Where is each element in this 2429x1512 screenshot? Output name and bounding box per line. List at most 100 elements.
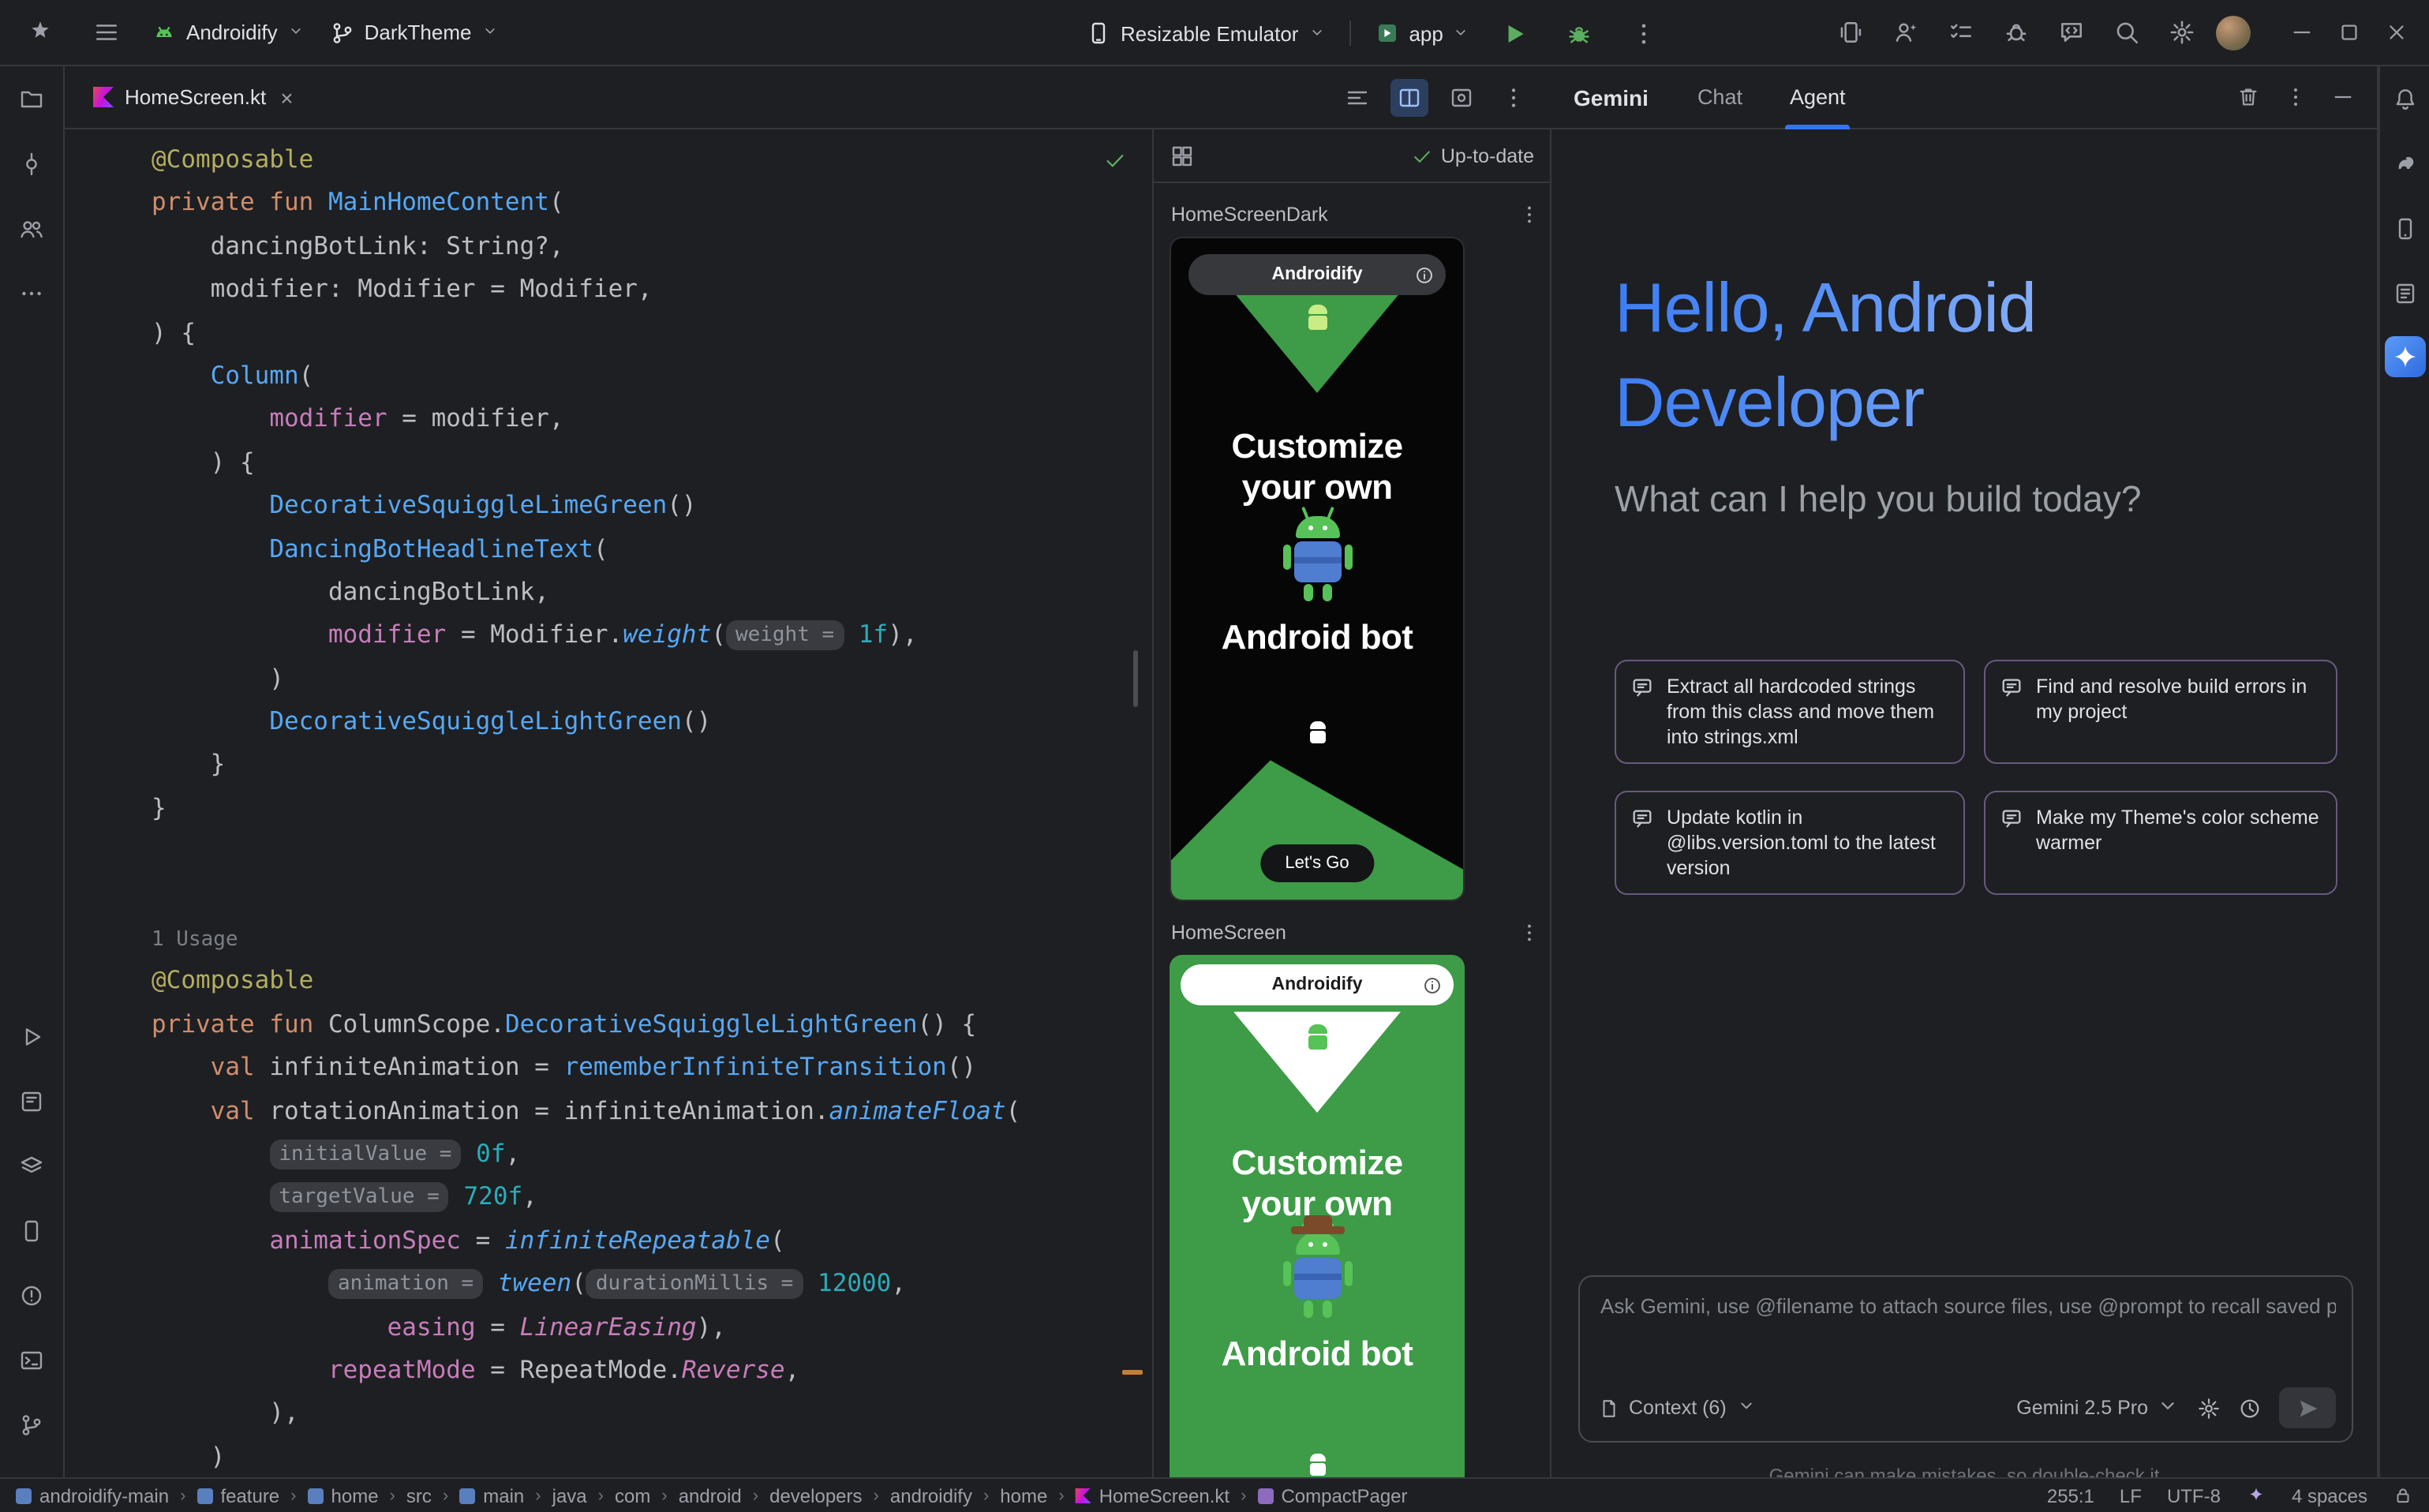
editor-scrollbar[interactable]: [1133, 650, 1138, 707]
caret-position[interactable]: 255:1: [2047, 1484, 2094, 1506]
breadcrumb-item[interactable]: home: [308, 1484, 379, 1506]
assistant-icon[interactable]: [2382, 271, 2427, 316]
code-chat-icon[interactable]: [2050, 12, 2091, 53]
preview-scroll-area[interactable]: HomeScreenDark Androidify Customize your…: [1154, 183, 1550, 1477]
emulator-icon: [1086, 21, 1111, 46]
gear-icon[interactable]: [2161, 12, 2202, 53]
breadcrumb-label: feature: [220, 1484, 279, 1506]
breadcrumb-item[interactable]: feature: [196, 1484, 279, 1506]
terminal-icon[interactable]: [9, 1338, 54, 1383]
tab-agent[interactable]: Agent: [1785, 65, 1851, 129]
suggestion-card[interactable]: Make my Theme's color scheme warmer: [1984, 791, 2337, 895]
breadcrumb-item[interactable]: java: [552, 1484, 587, 1506]
device-stream-icon[interactable]: [1829, 12, 1870, 53]
ai-spark-icon[interactable]: [2246, 1485, 2266, 1506]
ai-bug-icon[interactable]: [1995, 12, 2036, 53]
design-view-icon[interactable]: [1443, 78, 1480, 116]
problems-icon[interactable]: [9, 1274, 54, 1318]
suggestion-grid: Extract all hardcoded strings from this …: [1615, 660, 2341, 895]
tab-homescreen-kt[interactable]: HomeScreen.kt ×: [90, 65, 306, 129]
users-icon[interactable]: [9, 207, 54, 251]
gemini-input[interactable]: Ask Gemini, use @filename to attach sour…: [1578, 1275, 2353, 1443]
gemini-star-icon[interactable]: [2384, 336, 2425, 377]
preview-gallery-icon[interactable]: [1170, 143, 1195, 168]
checklist-icon[interactable]: [1940, 12, 1981, 53]
editor-warning-stripe[interactable]: [1122, 1370, 1143, 1375]
code-line: DecorativeSquiggleLimeGreen(): [152, 485, 1124, 528]
more-vert-icon[interactable]: [1518, 204, 1540, 226]
breadcrumb-item[interactable]: HomeScreen.kt: [1076, 1484, 1229, 1506]
context-chip[interactable]: Context (6): [1599, 1395, 1757, 1420]
preview-app-title: Androidify: [1272, 975, 1363, 994]
folder-icon[interactable]: [9, 77, 54, 122]
code-line: ) {: [152, 312, 1124, 355]
suggestion-card[interactable]: Extract all hardcoded strings from this …: [1615, 660, 1965, 764]
suggestion-card[interactable]: Update kotlin in @libs.version.toml to t…: [1615, 791, 1965, 895]
chevron-down-icon: [481, 21, 498, 44]
breadcrumb-item[interactable]: android: [679, 1484, 742, 1506]
profile-avatar[interactable]: [2216, 15, 2251, 50]
code-line: val infiniteAnimation = rememberInfinite…: [152, 1046, 1124, 1090]
breadcrumb-label: java: [552, 1484, 587, 1506]
suggestion-card[interactable]: Find and resolve build errors in my proj…: [1984, 660, 2337, 764]
device-selector[interactable]: Resizable Emulator: [1086, 21, 1325, 46]
breadcrumb-item[interactable]: androidify-main: [16, 1484, 169, 1506]
play-outline-icon[interactable]: [9, 1015, 54, 1059]
gradle-icon[interactable]: [2382, 142, 2427, 186]
code-line: ): [152, 1435, 1124, 1477]
line-ending[interactable]: LF: [2120, 1484, 2142, 1506]
breadcrumb-item[interactable]: androidify: [890, 1484, 972, 1506]
send-button[interactable]: [2279, 1387, 2336, 1428]
split-view-icon[interactable]: [1390, 78, 1428, 116]
run-config-selector[interactable]: app: [1374, 21, 1469, 46]
device-icon[interactable]: [9, 1209, 54, 1253]
branch-icon[interactable]: [9, 1403, 54, 1447]
more-actions-icon[interactable]: [1623, 13, 1664, 54]
more-vert-icon[interactable]: [2284, 85, 2307, 109]
code-line: animation = tween(durationMillis = 12000…: [152, 1263, 1124, 1306]
code-line: Column(: [152, 355, 1124, 399]
preview-homescreen[interactable]: Androidify Customize your own Android bo…: [1170, 955, 1465, 1477]
breadcrumb-label: home: [331, 1484, 379, 1506]
window-maximize-button[interactable]: [2328, 12, 2369, 53]
breadcrumb-item[interactable]: src: [406, 1484, 432, 1506]
window-minimize-button[interactable]: [2281, 12, 2322, 53]
preview-homescreendark[interactable]: Androidify Customize your own Android bo…: [1170, 237, 1465, 901]
breadcrumb-item[interactable]: developers: [769, 1484, 862, 1506]
kotlin-icon: [1076, 1488, 1091, 1503]
more-vert-icon[interactable]: [1495, 78, 1533, 116]
inspections-ok-icon[interactable]: [1103, 148, 1127, 180]
prompt-icon: [2000, 676, 2023, 705]
breadcrumb-item[interactable]: home: [1000, 1484, 1047, 1506]
gemini-settings-icon[interactable]: [2197, 1396, 2221, 1420]
debug-button[interactable]: [1559, 13, 1600, 54]
lock-icon[interactable]: [2393, 1485, 2413, 1506]
window-close-button[interactable]: [2375, 12, 2416, 53]
close-tab-icon[interactable]: ×: [280, 86, 293, 108]
layers-icon[interactable]: [9, 1144, 54, 1188]
encoding[interactable]: UTF-8: [2167, 1484, 2221, 1506]
tab-chat[interactable]: Chat: [1693, 65, 1747, 129]
minimize-panel-icon[interactable]: [2331, 85, 2355, 109]
trash-icon[interactable]: [2236, 85, 2260, 109]
breadcrumb-item[interactable]: main: [459, 1484, 524, 1506]
bell-icon[interactable]: [2382, 77, 2427, 122]
more-vert-icon[interactable]: [1518, 922, 1540, 944]
breadcrumb-item[interactable]: com: [615, 1484, 650, 1506]
commit-icon[interactable]: [9, 142, 54, 186]
ui-check-icon[interactable]: [9, 1080, 54, 1124]
more-horiz-icon[interactable]: [9, 271, 54, 316]
search-icon[interactable]: [2105, 12, 2146, 53]
breadcrumb-item[interactable]: CompactPager: [1257, 1484, 1407, 1506]
project-selector[interactable]: Androidify: [152, 20, 305, 45]
main-menu-icon[interactable]: [85, 12, 126, 53]
ai-user-icon[interactable]: [1884, 12, 1926, 53]
model-selector[interactable]: Gemini 2.5 Pro: [2016, 1394, 2180, 1422]
indent-size[interactable]: 4 spaces: [2292, 1484, 2367, 1506]
run-button[interactable]: [1494, 13, 1535, 54]
device-manager-icon[interactable]: [2382, 207, 2427, 251]
code-lines-icon[interactable]: [1338, 78, 1376, 116]
code-area[interactable]: @Composableprivate fun MainHomeContent( …: [65, 139, 1124, 1477]
vcs-branch-selector[interactable]: DarkTheme: [330, 20, 499, 45]
history-icon[interactable]: [2238, 1396, 2262, 1420]
